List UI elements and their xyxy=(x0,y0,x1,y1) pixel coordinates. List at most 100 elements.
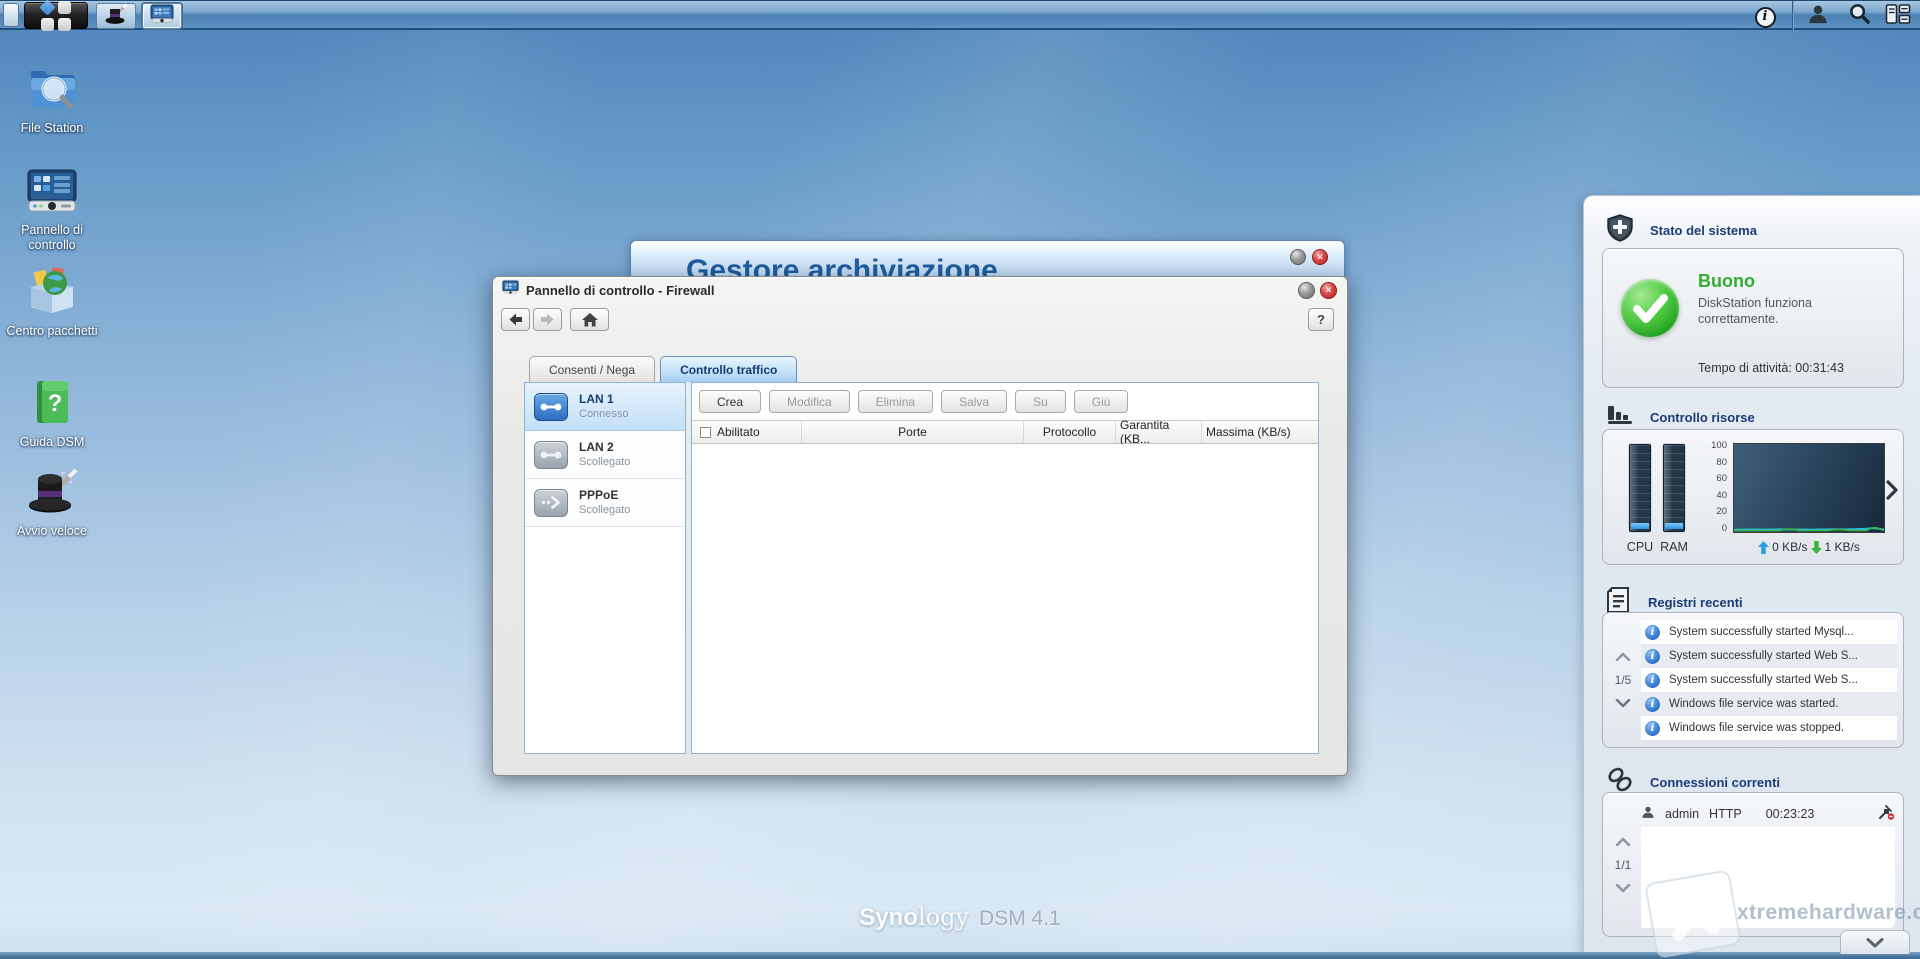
tab-controllo-traffico[interactable]: Controllo traffico xyxy=(660,356,798,382)
control-panel-icon xyxy=(150,4,174,29)
taskbar-separator xyxy=(1792,1,1793,31)
package-center-icon xyxy=(4,265,100,320)
minimize-button[interactable] xyxy=(1298,282,1315,299)
synology-logo: Syno xyxy=(859,904,918,931)
info-icon: i xyxy=(1754,6,1776,28)
status-value: Buono xyxy=(1698,271,1755,291)
chevron-up-icon[interactable] xyxy=(1615,837,1631,846)
search-button[interactable] xyxy=(1842,3,1876,29)
delete-button[interactable]: Elimina xyxy=(857,390,934,413)
connection-user: admin xyxy=(1665,806,1700,821)
info-icon: i xyxy=(1645,672,1660,688)
desktop-icon-package-center[interactable]: Centro pacchetti xyxy=(4,265,100,339)
log-entry[interactable]: i Windows file service was stopped. xyxy=(1641,716,1897,740)
connections-pager: 1/1 xyxy=(1607,793,1639,936)
log-entry[interactable]: i Windows file service was started. xyxy=(1641,692,1897,716)
network-graph xyxy=(1733,443,1885,533)
disconnect-icon[interactable] xyxy=(1878,804,1895,823)
info-button[interactable]: i xyxy=(1753,5,1777,29)
desktop-icon-label: Pannello di controllo xyxy=(21,223,83,252)
control-panel-icon xyxy=(502,280,519,300)
home-button[interactable] xyxy=(570,308,609,331)
lan-disconnected-icon xyxy=(534,440,568,469)
interface-row-lan2[interactable]: LAN 2 Scollegato xyxy=(525,431,685,479)
move-down-button[interactable]: Giù xyxy=(1073,390,1129,413)
log-entry[interactable]: i System successfully started Mysql... xyxy=(1641,620,1897,644)
user-button[interactable] xyxy=(1801,3,1835,29)
traffic-control-pane: Crea Modifica Elimina Salva Su Giù Abili… xyxy=(691,382,1319,754)
desktop-icon-file-station[interactable]: File Station xyxy=(4,62,100,136)
download-arrow-icon xyxy=(1810,540,1822,554)
chevron-down-icon xyxy=(1866,937,1884,947)
column-massima[interactable]: Massima (KB/s) xyxy=(1202,421,1318,443)
upload-speed: 0 KB/s xyxy=(1772,540,1808,554)
storage-manager-window[interactable]: Gestore archiviazione ✕ xyxy=(630,240,1345,277)
search-icon xyxy=(1848,2,1871,30)
interface-status: Scollegato xyxy=(579,504,631,516)
widget-title: Controllo risorse xyxy=(1650,410,1755,425)
desktop-icon-quick-launch[interactable]: Avvio veloce xyxy=(4,465,100,539)
system-status-box: Buono DiskStation funziona correttamente… xyxy=(1602,248,1904,388)
connection-row[interactable]: admin HTTP 00:23:23 xyxy=(1641,802,1895,825)
chevron-down-icon[interactable] xyxy=(1615,883,1631,893)
firewall-tabs: Consenti / Nega Controllo traffico xyxy=(529,356,798,382)
connections-page-indicator: 1/1 xyxy=(1614,857,1632,872)
dsm-version: DSM 4.1 xyxy=(979,907,1061,930)
control-panel-icon xyxy=(4,168,100,219)
upload-arrow-icon xyxy=(1758,540,1770,554)
taskbar-quick-launch-button[interactable] xyxy=(96,3,136,29)
column-abilitato[interactable]: Abilitato xyxy=(692,421,802,443)
main-menu-button[interactable] xyxy=(24,0,88,31)
desktop-icon-dsm-help[interactable]: ? Guida DSM xyxy=(4,378,100,450)
create-button[interactable]: Crea xyxy=(699,390,762,413)
close-button[interactable]: ✕ xyxy=(1320,282,1337,299)
interface-status: Scollegato xyxy=(579,456,631,468)
interface-list: LAN 1 Connesso LAN 2 Scollegato PPPoE Sc… xyxy=(524,382,686,754)
column-protocollo[interactable]: Protocollo xyxy=(1024,421,1116,443)
tab-consenti-nega[interactable]: Consenti / Nega xyxy=(529,356,656,382)
interface-row-lan1[interactable]: LAN 1 Connesso xyxy=(525,383,685,431)
ram-gauge xyxy=(1663,444,1685,532)
info-icon: i xyxy=(1645,720,1660,736)
chevron-up-icon[interactable] xyxy=(1615,652,1631,661)
forward-button[interactable] xyxy=(533,308,562,331)
edit-button[interactable]: Modifica xyxy=(769,390,850,413)
resource-monitor-box[interactable]: CPU RAM 100 80 60 40 20 0 0 KB/s 1 KB/s xyxy=(1602,429,1904,565)
column-porte[interactable]: Porte xyxy=(802,421,1024,443)
magic-hat-icon xyxy=(4,465,100,520)
desktop: i File Station Pannello di controllo Cen… xyxy=(0,0,1920,959)
desktop-icon-label: Avvio veloce xyxy=(17,524,87,538)
status-ok-icon xyxy=(1621,279,1679,337)
show-desktop-button[interactable] xyxy=(3,3,19,27)
close-button[interactable]: ✕ xyxy=(1312,249,1328,265)
traffic-toolbar: Crea Modifica Elimina Salva Su Giù xyxy=(699,390,1129,413)
widgets-collapse-button[interactable] xyxy=(1840,930,1910,954)
expand-arrow-icon[interactable] xyxy=(1885,480,1899,505)
watermark-text: xtremehardware.com xyxy=(1737,901,1920,924)
widget-title: Connessioni correnti xyxy=(1650,775,1781,790)
column-garantita[interactable]: Garantita (KB... xyxy=(1116,418,1202,446)
widget-title: Registri recenti xyxy=(1648,595,1743,610)
taskbar-control-panel-button[interactable] xyxy=(142,3,182,29)
firewall-titlebar[interactable]: Pannello di controllo - Firewall ✕ xyxy=(493,277,1347,303)
back-button[interactable] xyxy=(501,308,530,331)
save-button[interactable]: Salva xyxy=(941,390,1008,413)
log-entry[interactable]: i System successfully started Web S... xyxy=(1641,644,1897,668)
svg-text:?: ? xyxy=(48,390,63,417)
help-button[interactable]: ? xyxy=(1308,308,1334,331)
minimize-button[interactable] xyxy=(1290,249,1306,265)
log-entry[interactable]: i System successfully started Web S... xyxy=(1641,668,1897,692)
interface-row-pppoe[interactable]: PPPoE Scollegato xyxy=(525,479,685,527)
user-icon xyxy=(1641,805,1655,822)
move-up-button[interactable]: Su xyxy=(1015,390,1066,413)
info-icon: i xyxy=(1645,696,1660,712)
rules-table-header: Abilitato Porte Protocollo Garantita (KB… xyxy=(692,418,1318,446)
uptime-label: Tempo di attività: 00:31:43 xyxy=(1698,361,1844,375)
ram-label: RAM xyxy=(1660,540,1688,554)
widgets-toggle-button[interactable] xyxy=(1882,3,1914,29)
download-speed: 1 KB/s xyxy=(1824,540,1860,554)
desktop-icon-label: File Station xyxy=(20,121,84,135)
desktop-icon-control-panel[interactable]: Pannello di controllo xyxy=(4,168,100,253)
select-all-checkbox[interactable] xyxy=(700,426,711,438)
chevron-down-icon[interactable] xyxy=(1615,699,1631,708)
